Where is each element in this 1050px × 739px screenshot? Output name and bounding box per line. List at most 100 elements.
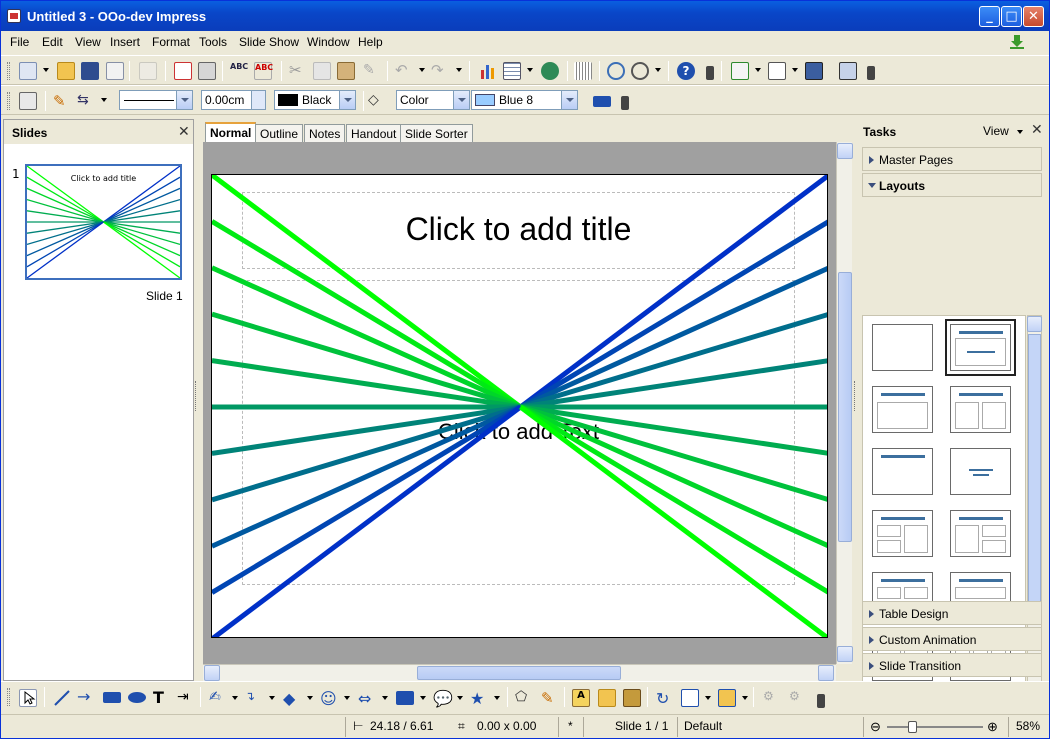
from-file-icon[interactable] [598, 689, 616, 707]
flowchart-icon[interactable] [396, 691, 414, 705]
arrow-style-dropdown-arrow[interactable] [101, 98, 107, 102]
menu-insert[interactable]: Insert [110, 35, 140, 49]
zoom-dropdown-arrow[interactable] [655, 68, 661, 72]
layouts-scroll-thumb[interactable] [1028, 334, 1041, 624]
maximize-button[interactable]: □ [1001, 6, 1022, 27]
new-dropdown-arrow[interactable] [43, 68, 49, 72]
new-document-icon[interactable] [19, 62, 37, 80]
deck-table-design[interactable]: Table Design [862, 601, 1042, 625]
fontwork-icon[interactable]: A [572, 689, 590, 707]
new-slide-icon[interactable] [731, 62, 749, 80]
arrange-dropdown-arrow[interactable] [742, 696, 748, 700]
tab-notes[interactable]: Notes [304, 124, 346, 143]
menu-window[interactable]: Window [307, 35, 350, 49]
curve-tool-icon[interactable]: ✍ [209, 689, 227, 707]
copy-icon[interactable] [313, 62, 331, 80]
horizontal-scroll-thumb[interactable] [417, 666, 621, 680]
flowchart-dropdown-arrow[interactable] [420, 696, 426, 700]
line-tool-icon[interactable] [53, 689, 71, 707]
rotate-icon[interactable]: ↻ [656, 689, 674, 708]
edit-file-icon[interactable] [139, 62, 157, 80]
line-width-spinner[interactable] [251, 91, 265, 109]
auto-spellcheck-icon[interactable]: ABC [254, 62, 273, 80]
block-arrows-icon[interactable]: ⇔ [358, 689, 376, 708]
layout-title-2content-left[interactable] [872, 510, 933, 557]
deck-layouts[interactable]: Layouts [862, 173, 1042, 197]
gallery-tool-icon[interactable] [623, 689, 641, 707]
minimize-button[interactable]: _ [979, 6, 1000, 27]
shadow-icon[interactable] [593, 96, 611, 107]
layout-title-content[interactable] [945, 319, 1016, 376]
menu-format[interactable]: Format [152, 35, 190, 49]
stars-icon[interactable]: ★ [470, 689, 488, 708]
table-dropdown-arrow[interactable] [527, 68, 533, 72]
redo-dropdown-arrow[interactable] [456, 68, 462, 72]
tab-normal[interactable]: Normal [205, 122, 257, 143]
connector-line-icon[interactable]: ⇥ [177, 689, 195, 707]
zoom-in-icon[interactable]: ⊕ [987, 719, 998, 735]
menu-help[interactable]: Help [358, 35, 383, 49]
layout-title-2content-right[interactable] [950, 510, 1011, 557]
horizontal-scrollbar[interactable] [203, 664, 836, 681]
glue-points-icon[interactable]: ✎ [541, 689, 559, 707]
layout-centered-text[interactable] [950, 448, 1011, 495]
close-tasks-pane-icon[interactable]: ✕ [1031, 122, 1043, 138]
chart-icon[interactable] [479, 62, 497, 80]
paste-icon[interactable] [337, 62, 355, 80]
toolbar-overflow-icon[interactable] [621, 96, 629, 110]
points-icon[interactable]: ⬠ [515, 689, 533, 707]
connector-dropdown-arrow[interactable] [269, 696, 275, 700]
line-color-select[interactable]: Black [274, 90, 356, 110]
zoom-icon[interactable] [631, 62, 649, 80]
arrow-style-icon[interactable]: ⇆ [77, 92, 95, 110]
extrusion-icon[interactable]: ⚙ [763, 689, 781, 707]
scroll-up-icon[interactable] [837, 143, 853, 159]
gradient-lines-drawing[interactable] [212, 175, 828, 638]
toolbar-overflow-icon[interactable] [817, 694, 825, 708]
zoom-out-icon[interactable]: ⊖ [870, 719, 881, 735]
status-master[interactable]: Default [684, 719, 722, 733]
scroll-right-icon[interactable] [818, 665, 834, 681]
symbol-shapes-icon[interactable]: ☺ [320, 689, 338, 708]
left-splitter-handle[interactable] [195, 381, 198, 411]
ellipse-tool-icon[interactable] [128, 692, 146, 703]
alignment-dropdown-arrow[interactable] [705, 696, 711, 700]
area-fill-icon[interactable]: ◇ [368, 92, 386, 110]
callouts-dropdown-arrow[interactable] [457, 696, 463, 700]
vertical-scrollbar[interactable] [836, 142, 853, 664]
slide-design-dropdown-arrow[interactable] [792, 68, 798, 72]
tab-handout[interactable]: Handout [346, 124, 402, 143]
toolbar-grip[interactable] [7, 92, 10, 110]
open-folder-icon[interactable] [57, 62, 75, 80]
menu-view[interactable]: View [75, 35, 101, 49]
navigator-icon[interactable] [607, 62, 625, 80]
area-style-select[interactable]: Color [396, 90, 470, 110]
scroll-left-icon[interactable] [204, 665, 220, 681]
close-window-button[interactable]: ✕ [1023, 6, 1044, 27]
scroll-down-icon[interactable] [837, 646, 853, 662]
cut-icon[interactable]: ✂ [289, 62, 307, 80]
grid-icon[interactable] [574, 62, 592, 80]
callouts-icon[interactable]: 💬 [433, 689, 453, 708]
connector-tool-icon[interactable]: ↴ [245, 689, 263, 707]
deck-master-pages[interactable]: Master Pages [862, 147, 1042, 171]
tasks-view-dropdown-icon[interactable] [1017, 130, 1023, 134]
interaction-icon[interactable]: ⚙ [789, 689, 807, 707]
symbol-shapes-dropdown-arrow[interactable] [344, 696, 350, 700]
right-splitter-handle[interactable] [854, 381, 857, 411]
menu-tools[interactable]: Tools [199, 35, 227, 49]
deck-custom-animation[interactable]: Custom Animation [862, 627, 1042, 651]
rectangle-tool-icon[interactable] [103, 692, 121, 703]
layout-title-only[interactable] [872, 448, 933, 495]
clone-format-icon[interactable]: ✎ [363, 62, 381, 80]
layouts-scroll-up-icon[interactable] [1027, 316, 1042, 332]
toolbar-grip[interactable] [7, 688, 10, 706]
toolbar-grip[interactable] [7, 62, 10, 80]
alignment-icon[interactable] [681, 689, 699, 707]
email-document-icon[interactable] [106, 62, 124, 80]
redo-icon[interactable]: ↷ [431, 62, 449, 80]
slide-canvas[interactable]: Click to add title Click to add Text [211, 174, 828, 638]
zoom-slider[interactable] [887, 726, 983, 728]
styles-icon[interactable] [19, 92, 37, 110]
slide-show-icon[interactable] [805, 62, 823, 80]
